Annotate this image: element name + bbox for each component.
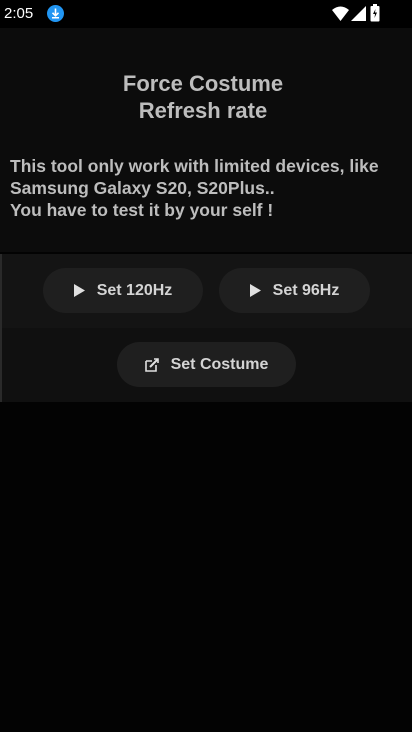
compatibility-note: This tool only work with limited devices… [10,156,379,220]
page-title: Force Costume Refresh rate [122,71,284,123]
play-icon [73,284,85,297]
set-costume-button[interactable]: Set Costume [117,342,296,387]
set-120hz-label: Set 120Hz [96,281,173,299]
set-costume-label: Set Costume [170,355,269,373]
panel-edge [0,254,2,402]
edit-icon [144,357,159,372]
set-120hz-button[interactable]: Set 120Hz [43,268,203,313]
play-icon [249,284,261,297]
set-96hz-label: Set 96Hz [272,281,340,299]
status-time: 2:05 [4,5,34,22]
wifi-icon [332,6,349,21]
signal-icon [351,6,366,21]
set-96hz-button[interactable]: Set 96Hz [219,268,370,313]
status-bar: 2:05 [0,0,412,28]
battery-icon [370,4,380,22]
download-icon [47,5,64,22]
